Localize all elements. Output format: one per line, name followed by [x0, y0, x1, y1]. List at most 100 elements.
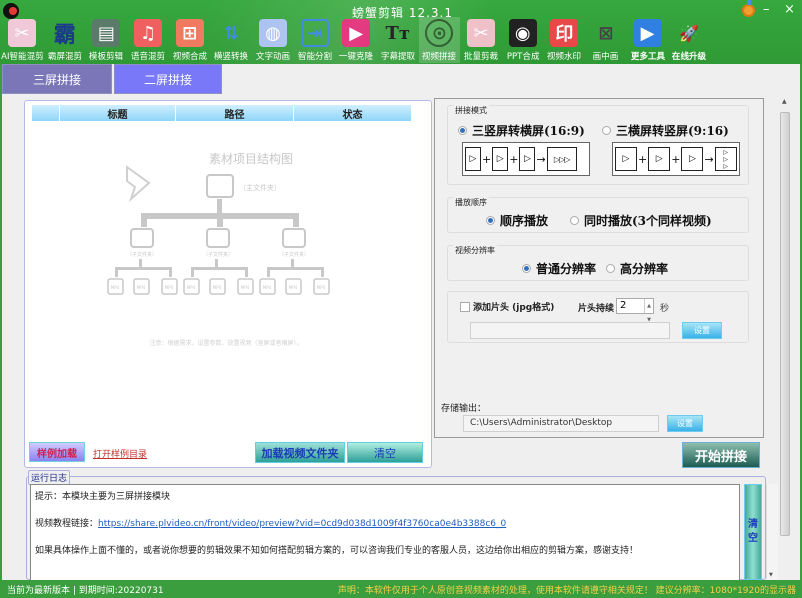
sub-folder-icon	[130, 228, 154, 248]
horizontal-to-vertical-illustration: ▷ + ▷ + ▷ → ▷ ▷ ▷	[612, 142, 740, 176]
intro-set-button[interactable]: 设置	[682, 322, 722, 339]
radio-simultaneous-play[interactable]: 同时播放(3个同样视频)	[570, 212, 712, 229]
toolbar-item-label: 一键克隆	[339, 52, 374, 62]
output-set-button[interactable]: 设置	[667, 415, 703, 432]
subtitle-tt-icon: Tт	[385, 22, 411, 44]
column-header-title[interactable]: 标题	[59, 105, 175, 121]
tutorial-link[interactable]: https://share.plvideo.cn/front/video/pre…	[98, 519, 506, 529]
toolbar-item-10[interactable]: ⊙ 视频拼接	[418, 17, 461, 63]
mp4-file-label: MP4	[289, 285, 298, 290]
toolbar-item-label: 在线升级	[672, 52, 707, 62]
output-path-input[interactable]: C:\Users\Administrator\Desktop	[463, 415, 659, 432]
horizontal-clip-icon: ▷	[648, 147, 671, 171]
compose-grid-icon: ⊞	[175, 19, 204, 47]
duration-value: 2	[620, 300, 627, 311]
main-area: 三屏拼接 二屏拼接 标题 路径 状态 素材项目结构图 （主文件夹） （子文件夹）…	[2, 64, 800, 582]
toolbar-item-13[interactable]: 印视频水印	[544, 17, 586, 63]
ba-character-icon: 霸	[53, 23, 76, 48]
toolbar-item-11[interactable]: ✂ 批量剪裁	[460, 17, 502, 63]
toolbar-item-2[interactable]: ▤ 模板剪辑	[86, 17, 128, 63]
column-header-status[interactable]: 状态	[293, 105, 411, 121]
main-folder-icon	[206, 174, 234, 198]
settings-panel: 拼接模式 三竖屏转横屏(16:9) 三横屏转竖屏(9:16) ▷ + ▷ + ▷ → …	[434, 98, 764, 438]
radio-dot	[522, 264, 531, 273]
radio-label: 普通分辨率	[536, 262, 597, 276]
load-video-folder-button[interactable]: 加载视频文件夹	[255, 442, 345, 463]
toolbar-item-5[interactable]: ⇅ 横竖转换	[211, 17, 253, 63]
toolbar-item-12[interactable]: ◉ PPT合成	[502, 17, 544, 63]
close-button[interactable]: ×	[784, 2, 795, 17]
log-scroll-down-icon[interactable]: ▼	[769, 572, 773, 578]
radio-label: 顺序播放	[500, 214, 549, 228]
add-intro-checkbox[interactable]: 添加片头 (jpg格式)	[460, 300, 554, 313]
toolbar-item-3[interactable]: ♫ 语音混剪	[127, 17, 169, 63]
medal-icon[interactable]	[742, 0, 755, 17]
radio-dot	[458, 126, 467, 135]
radio-label: 三横屏转竖屏(9:16)	[616, 124, 729, 138]
stepper-buttons[interactable]: ▲ ▼	[644, 299, 653, 323]
checkbox-box[interactable]	[460, 301, 470, 312]
toolbar-item-label: 文字动画	[255, 52, 291, 62]
toolbar-item-1[interactable]: 霸霸屏混剪	[44, 17, 86, 63]
upgrade-rocket-icon: 🚀	[679, 23, 700, 43]
radio-horizontal-to-vertical[interactable]: 三横屏转竖屏(9:16)	[602, 122, 729, 139]
scroll-up-icon[interactable]: ▲	[782, 98, 787, 105]
diagram-title: 素材项目结构图	[209, 151, 293, 166]
intro-duration-unit: 秒	[660, 304, 670, 314]
toolbar-item-0[interactable]: ✂ AI智能混剪	[0, 17, 44, 63]
batch-crop-icon: ✂	[467, 19, 496, 47]
status-disclaimer: 声明：本软件仅用于个人原创音视频素材的处理，使用本软件请遵守相关规定！ 建议分辨…	[337, 586, 796, 596]
mp4-file-label: MP4	[165, 285, 174, 290]
toolbar-item-4[interactable]: ⊞ 视频合成	[169, 17, 211, 63]
intro-duration-stepper[interactable]: 2 ▲ ▼	[616, 298, 654, 323]
project-structure-diagram: 素材项目结构图 （主文件夹） （子文件夹） MP4 MP4 MP4 （子文件夹） MP4 M…	[107, 151, 330, 347]
vertical-clip-icon: ▷	[519, 147, 536, 171]
start-splice-button[interactable]: 开始拼接	[682, 442, 760, 468]
toolbar-item-9[interactable]: Tт 字幕提取	[377, 17, 419, 63]
sample-load-button[interactable]: 样例加载	[29, 442, 85, 462]
open-sample-dir-link[interactable]: 打开样例目录	[93, 447, 147, 460]
toolbar-item-label: 霸屏混剪	[47, 52, 82, 62]
toolbar-item-6[interactable]: ◍ 文字动画	[252, 17, 294, 63]
tab-three-screen[interactable]: 三屏拼接	[2, 64, 112, 94]
tab-two-screen[interactable]: 二屏拼接	[114, 64, 222, 94]
mp4-file-label: MP4	[317, 285, 326, 290]
sub-folder-label: （子文件夹）	[203, 251, 233, 258]
mp4-file-label: MP4	[241, 285, 250, 290]
output-label: 存储输出：	[441, 404, 487, 414]
toolbar-item-label: 视频合成	[172, 52, 207, 62]
toolbar-item-16[interactable]: 🚀 在线升级	[668, 17, 710, 63]
play-order-title: 播放顺序	[453, 197, 489, 208]
radio-high-resolution[interactable]: 高分辨率	[606, 260, 668, 277]
resolution-title: 视频分辨率	[453, 245, 497, 256]
log-textbox[interactable]: 提示：本模块主要为三屏拼接模块 视频教程链接：https://share.plv…	[30, 484, 740, 582]
intro-image-path-input[interactable]	[470, 322, 670, 339]
radio-vertical-to-horizontal[interactable]: 三竖屏转横屏(16:9)	[458, 122, 585, 139]
toolbar-item-label: AI智能混剪	[0, 52, 44, 62]
combined-horizontal-icon: ▷▷▷	[546, 147, 577, 171]
toolbar-item-8[interactable]: ▶ 一键克隆	[335, 17, 377, 63]
toolbar-item-label: 模板剪辑	[89, 52, 124, 62]
clear-log-button[interactable]: 清 空	[744, 484, 762, 580]
watermark-icon: 印	[550, 19, 579, 47]
toolbar-item-7[interactable]: ⇥ 智能分割	[294, 17, 336, 63]
log-help: 如果具体操作上面不懂的，或者说你想要的剪辑效果不知如何搭配剪辑方案的，可以咨询我…	[35, 546, 639, 556]
radio-sequential-play[interactable]: 顺序播放	[486, 212, 548, 229]
toolbar-item-label: PPT合成	[506, 52, 540, 62]
clone-video-icon: ▶	[342, 19, 371, 47]
toolbar-item-label: 视频拼接	[422, 52, 457, 62]
play-order-group: 播放顺序 顺序播放 同时播放(3个同样视频)	[447, 197, 749, 233]
toolbar-item-label: 视频水印	[547, 52, 582, 62]
scroll-thumb[interactable]	[780, 112, 790, 536]
resolution-group: 视频分辨率 普通分辨率 高分辨率	[447, 245, 749, 281]
column-header-path[interactable]: 路径	[175, 105, 293, 121]
toolbar-item-label: 批量剪裁	[463, 52, 499, 62]
minimize-button[interactable]: –	[763, 2, 770, 17]
radio-normal-resolution[interactable]: 普通分辨率	[522, 260, 596, 277]
toolbar-item-14[interactable]: ⊠ 画中画	[585, 17, 627, 63]
toolbar-item-15[interactable]: ▶ 更多工具	[627, 17, 669, 63]
panel-scrollbar[interactable]: ▲	[778, 98, 794, 544]
log-tutorial-line: 视频教程链接：https://share.plvideo.cn/front/vi…	[35, 518, 735, 530]
clear-list-button[interactable]: 清空	[347, 442, 423, 463]
log-scrollbar[interactable]: ▼	[766, 484, 778, 580]
